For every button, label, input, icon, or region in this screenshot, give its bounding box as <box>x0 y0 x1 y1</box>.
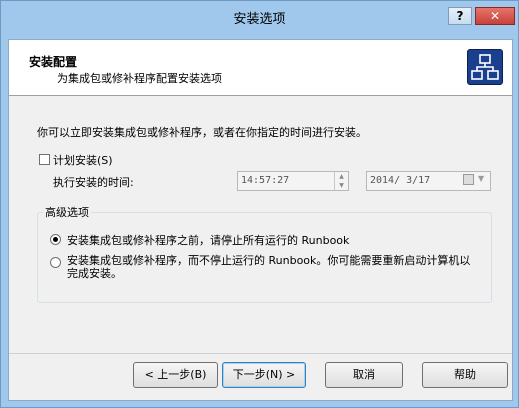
keep-runbooks-radio[interactable] <box>50 257 61 268</box>
back-button[interactable]: < 上一步(B) <box>133 362 218 388</box>
header-subtitle: 为集成包或修补程序配置安装选项 <box>57 72 222 85</box>
help-title-button[interactable]: ? <box>448 7 472 25</box>
advanced-options-label: 高级选项 <box>43 204 91 220</box>
spin-down-icon[interactable]: ▼ <box>335 181 348 190</box>
schedule-install-label[interactable]: 计划安装(S) <box>53 152 113 168</box>
spin-up-icon[interactable]: ▲ <box>335 172 348 181</box>
radio-selected-dot <box>53 237 58 242</box>
network-hierarchy-icon-graphic <box>471 54 499 80</box>
next-button[interactable]: 下一步(N) > <box>222 362 306 388</box>
help-button[interactable]: 帮助 <box>422 362 508 388</box>
time-spinner[interactable]: ▲ ▼ <box>334 172 348 190</box>
header-title: 安装配置 <box>29 55 78 69</box>
stop-runbooks-radio[interactable] <box>50 234 61 245</box>
footer-divider <box>9 353 512 354</box>
chevron-down-icon[interactable]: ▼ <box>478 174 484 183</box>
keep-runbooks-label[interactable]: 安装集成包或修补程序，而不停止运行的 Runbook。你可能需要重新启动计算机以… <box>67 254 477 280</box>
install-time-input[interactable]: 14:57:27 <box>237 171 349 191</box>
cancel-button[interactable]: 取消 <box>325 362 403 388</box>
installation-options-window: 安装选项 ? ✕ 安装配置 为集成包或修补程序配置安装选项 你可以立即安装集成包… <box>0 0 519 408</box>
intro-text: 你可以立即安装集成包或修补程序，或者在你指定的时间进行安装。 <box>37 126 367 139</box>
network-hierarchy-icon <box>467 49 503 85</box>
calendar-icon[interactable] <box>463 174 474 185</box>
window-title: 安装选项 <box>233 12 286 27</box>
schedule-install-checkbox[interactable] <box>39 154 50 165</box>
close-button[interactable]: ✕ <box>475 7 515 25</box>
install-time-label: 执行安装的时间: <box>53 176 134 189</box>
title-bar[interactable]: 安装选项 ? ✕ <box>1 1 518 31</box>
stop-runbooks-label[interactable]: 安装集成包或修补程序之前，请停止所有运行的 Runbook <box>67 232 349 248</box>
dialog-client: 安装配置 为集成包或修补程序配置安装选项 你可以立即安装集成包或修补程序，或者在… <box>8 39 513 401</box>
wizard-header: 安装配置 为集成包或修补程序配置安装选项 <box>9 40 512 96</box>
